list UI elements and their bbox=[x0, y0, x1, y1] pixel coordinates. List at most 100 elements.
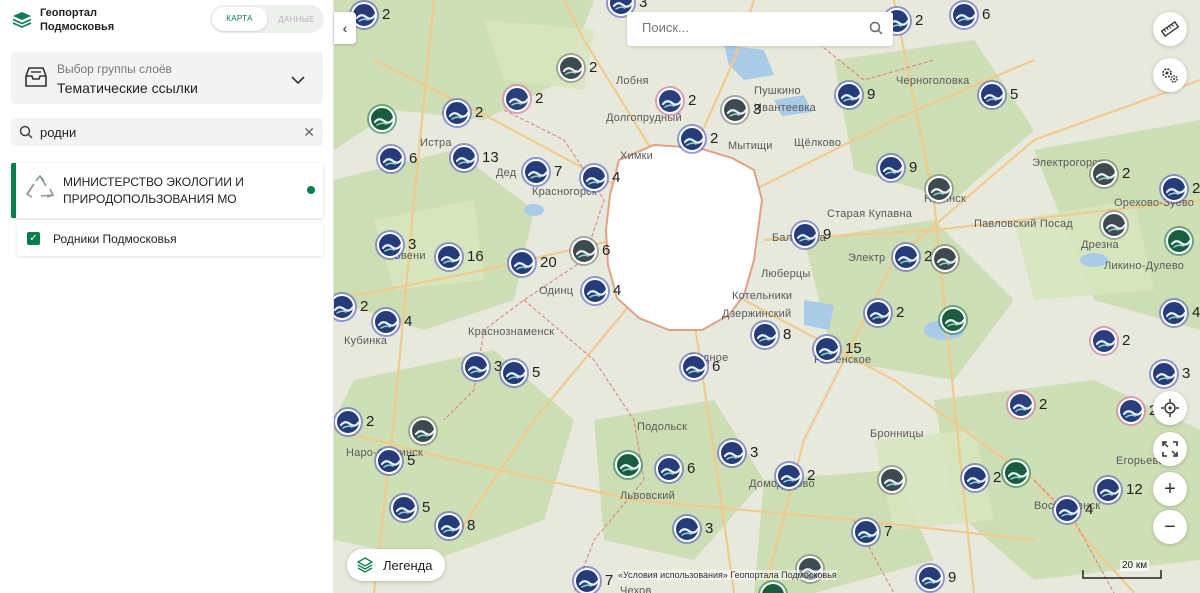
cluster-count: 2 bbox=[1122, 332, 1131, 349]
app-title: Геопортал Подмосковья bbox=[40, 6, 114, 34]
spring-cluster-marker[interactable] bbox=[504, 86, 530, 112]
spring-cluster-marker[interactable] bbox=[792, 222, 818, 248]
chevron-down-icon[interactable] bbox=[291, 72, 305, 90]
spring-cluster-marker[interactable] bbox=[1003, 460, 1029, 486]
spring-cluster-marker[interactable] bbox=[571, 238, 597, 264]
spring-cluster-marker[interactable] bbox=[962, 465, 988, 491]
spring-cluster-marker[interactable] bbox=[378, 146, 404, 172]
map-search-box[interactable] bbox=[627, 12, 893, 46]
fullscreen-button[interactable] bbox=[1153, 432, 1187, 466]
cluster-count: 2 bbox=[807, 467, 816, 484]
spring-cluster-marker[interactable] bbox=[391, 495, 417, 521]
ruler-icon bbox=[1160, 20, 1180, 38]
cluster-count: 3 bbox=[750, 444, 759, 461]
map-place-label: Краснознаменск bbox=[468, 326, 555, 338]
spring-cluster-marker[interactable] bbox=[615, 452, 641, 478]
layer-search-field[interactable]: родни ✕ bbox=[11, 118, 323, 146]
layer-search-query[interactable]: родни bbox=[40, 125, 76, 140]
spring-cluster-marker[interactable] bbox=[674, 516, 700, 542]
water-spring-icon bbox=[1166, 311, 1186, 320]
spring-cluster-marker[interactable] bbox=[1151, 361, 1177, 387]
spring-cluster-marker[interactable] bbox=[373, 309, 399, 335]
tab-map[interactable]: КАРТА bbox=[212, 7, 267, 31]
spring-cluster-marker[interactable] bbox=[1091, 328, 1117, 354]
spring-cluster-marker[interactable] bbox=[574, 568, 600, 593]
app-title-line2: Подмосковья bbox=[40, 21, 115, 33]
settings-button[interactable] bbox=[1153, 58, 1187, 92]
collapse-sidebar-button[interactable]: ‹ bbox=[334, 12, 356, 44]
spring-cluster-marker[interactable] bbox=[657, 88, 683, 114]
spring-cluster-marker[interactable] bbox=[917, 565, 943, 591]
spring-cluster-marker[interactable] bbox=[523, 159, 549, 185]
terms-of-use-link[interactable]: «Условия использования» Геопортала Подмо… bbox=[618, 570, 837, 580]
spring-cluster-marker[interactable] bbox=[558, 55, 584, 81]
legend-button[interactable]: Легенда bbox=[347, 549, 445, 581]
spring-cluster-marker[interactable] bbox=[878, 155, 904, 181]
spring-cluster-marker[interactable] bbox=[1091, 161, 1117, 187]
spring-cluster-marker[interactable] bbox=[1161, 300, 1187, 326]
search-icon[interactable] bbox=[869, 21, 883, 40]
ruler-measure-button[interactable] bbox=[1153, 12, 1187, 46]
spring-cluster-marker[interactable] bbox=[932, 246, 958, 272]
spring-cluster-marker[interactable] bbox=[451, 145, 477, 171]
spring-cluster-marker[interactable] bbox=[865, 300, 891, 326]
spring-cluster-marker[interactable] bbox=[1161, 176, 1187, 202]
spring-cluster-marker[interactable] bbox=[444, 100, 470, 126]
spring-cluster-marker[interactable] bbox=[436, 513, 462, 539]
spring-cluster-marker[interactable] bbox=[893, 244, 919, 270]
spring-cluster-marker[interactable] bbox=[410, 418, 436, 444]
spring-cluster-marker[interactable] bbox=[582, 278, 608, 304]
spring-cluster-marker[interactable] bbox=[776, 463, 802, 489]
spring-cluster-marker[interactable] bbox=[1008, 392, 1034, 418]
spring-cluster-marker[interactable] bbox=[656, 456, 682, 482]
spring-cluster-marker[interactable] bbox=[376, 448, 402, 474]
ministry-result-card[interactable]: МИНИСТЕРСТВО ЭКОЛОГИИ И ПРИРОДОПОЛЬЗОВАН… bbox=[11, 163, 323, 218]
spring-cluster-marker[interactable] bbox=[951, 2, 977, 28]
spring-cluster-marker[interactable] bbox=[879, 467, 905, 493]
cluster-count: 3 bbox=[639, 0, 648, 11]
spring-cluster-marker[interactable] bbox=[1095, 477, 1121, 503]
spring-cluster-marker[interactable] bbox=[369, 106, 395, 132]
spring-cluster-marker[interactable] bbox=[501, 360, 527, 386]
spring-cluster-marker[interactable] bbox=[679, 126, 705, 152]
spring-cluster-marker[interactable] bbox=[1118, 398, 1144, 424]
crosshair-icon bbox=[1161, 399, 1179, 417]
water-spring-icon bbox=[506, 371, 526, 380]
spring-cluster-marker[interactable] bbox=[1101, 212, 1127, 238]
water-spring-icon bbox=[765, 589, 785, 593]
spring-cluster-marker[interactable] bbox=[836, 82, 862, 108]
spring-cluster-marker[interactable] bbox=[1054, 497, 1080, 523]
spring-cluster-marker[interactable] bbox=[719, 440, 745, 466]
spring-cluster-marker[interactable] bbox=[335, 409, 361, 435]
map-search-input[interactable] bbox=[642, 20, 852, 35]
spring-cluster-marker[interactable] bbox=[926, 176, 952, 202]
spring-cluster-marker[interactable] bbox=[581, 165, 607, 191]
spring-cluster-marker[interactable] bbox=[681, 354, 707, 380]
spring-cluster-marker[interactable] bbox=[853, 519, 879, 545]
zoom-out-button[interactable]: − bbox=[1153, 510, 1187, 544]
spring-cluster-marker[interactable] bbox=[436, 244, 462, 270]
map-canvas[interactable]: Лобня Пушкино Ивантеевка Черноголовка Долгоп… bbox=[334, 0, 1200, 593]
zoom-in-button[interactable]: + bbox=[1153, 472, 1187, 506]
cluster-count: 2 bbox=[1039, 396, 1048, 413]
cluster-count: 4 bbox=[613, 282, 622, 299]
layer-item-springs[interactable]: ✓ Родники Подмосковья bbox=[17, 224, 323, 256]
spring-cluster-marker[interactable] bbox=[509, 250, 535, 276]
layer-checkbox[interactable]: ✓ bbox=[27, 232, 40, 245]
spring-cluster-marker[interactable] bbox=[940, 307, 966, 333]
cluster-count: 3 bbox=[753, 101, 762, 118]
layer-group-select[interactable]: Выбор группы слоёв Тематические ссылки bbox=[11, 52, 323, 104]
app-brand[interactable]: Геопортал Подмосковья bbox=[12, 6, 114, 34]
spring-cluster-marker[interactable] bbox=[814, 336, 840, 362]
spring-cluster-marker[interactable] bbox=[377, 232, 403, 258]
tab-data[interactable]: ДАННЫЕ bbox=[269, 15, 324, 24]
view-mode-toggle[interactable]: КАРТА ДАННЫЕ bbox=[210, 5, 324, 33]
spring-cluster-marker[interactable] bbox=[722, 97, 748, 123]
spring-cluster-marker[interactable] bbox=[1166, 228, 1192, 254]
water-spring-icon bbox=[757, 333, 777, 342]
clear-search-icon[interactable]: ✕ bbox=[303, 124, 315, 141]
spring-cluster-marker[interactable] bbox=[979, 82, 1005, 108]
locate-me-button[interactable] bbox=[1153, 391, 1187, 425]
spring-cluster-marker[interactable] bbox=[463, 354, 489, 380]
spring-cluster-marker[interactable] bbox=[752, 322, 778, 348]
